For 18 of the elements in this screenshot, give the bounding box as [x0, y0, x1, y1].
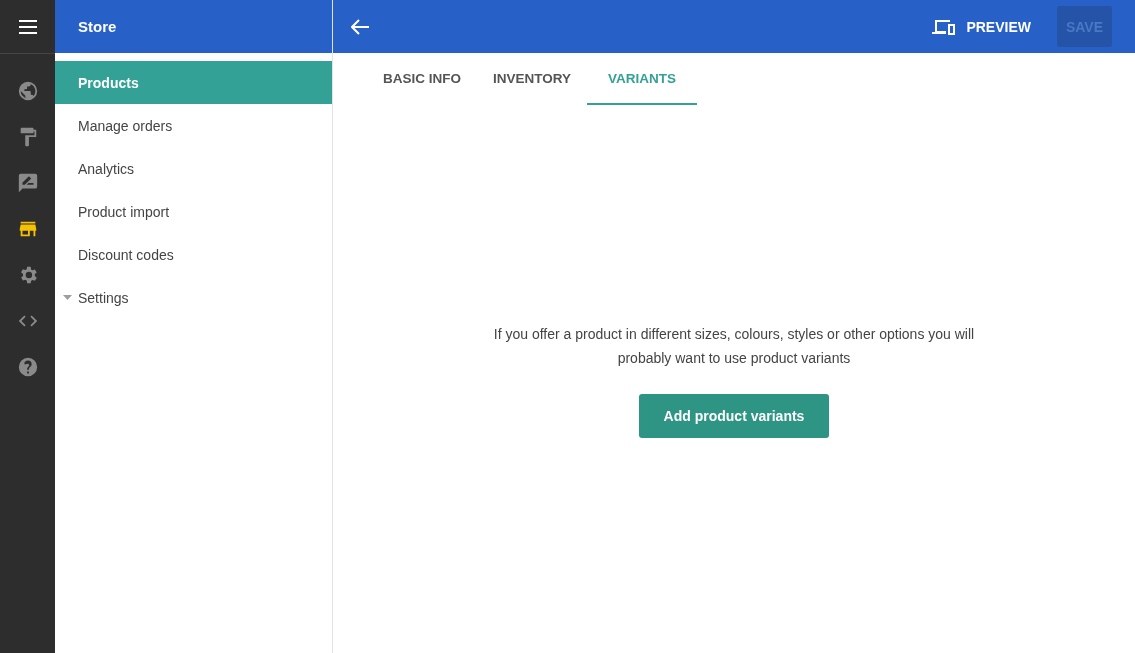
chat-edit-icon[interactable]	[16, 172, 39, 194]
tab[interactable]: BASIC INFO	[367, 53, 477, 105]
caret-icon	[63, 295, 72, 300]
devices-icon	[932, 18, 957, 35]
add-variants-button[interactable]: Add product variants	[639, 394, 829, 438]
sidebar-item[interactable]: Discount codes	[55, 233, 332, 276]
tab[interactable]: INVENTORY	[477, 53, 587, 105]
preview-button[interactable]: PREVIEW	[928, 10, 1035, 43]
empty-state-message: If you offer a product in different sizes, colours, styles or other options you will probably want to use product variants	[492, 325, 976, 368]
sidebar-item[interactable]: Settings	[55, 276, 332, 319]
menu-icon[interactable]	[18, 19, 37, 34]
globe-icon[interactable]	[16, 80, 39, 102]
sidebar-item[interactable]: Product import	[55, 190, 332, 233]
back-arrow-icon[interactable]	[351, 18, 369, 35]
sidebar-item[interactable]: Analytics	[55, 147, 332, 190]
sidebar-item[interactable]: Manage orders	[55, 104, 332, 147]
section-title: Store	[78, 18, 117, 35]
help-icon[interactable]	[16, 356, 39, 378]
